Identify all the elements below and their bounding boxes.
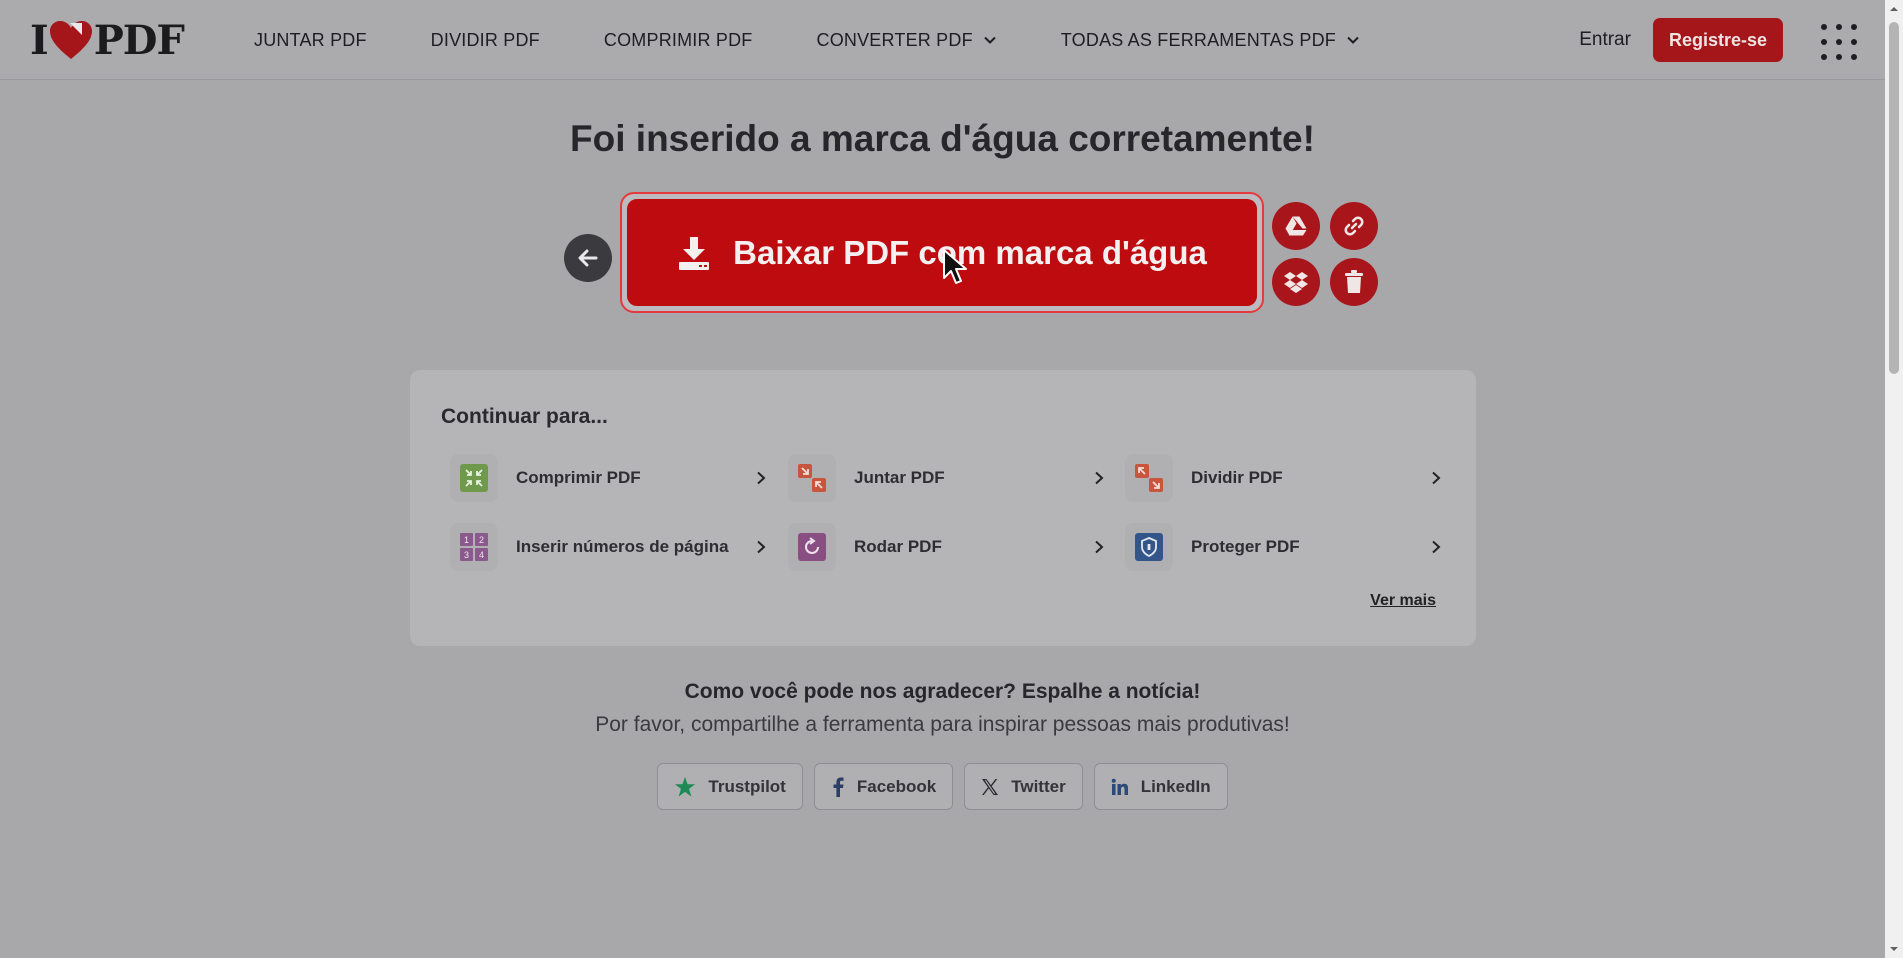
download-pdf-button[interactable]: Baixar PDF com marca d'água bbox=[627, 199, 1257, 306]
share-link-button[interactable] bbox=[1330, 202, 1378, 250]
chevron-down-icon bbox=[984, 36, 996, 44]
scroll-up-arrow-icon[interactable] bbox=[1889, 4, 1899, 14]
download-label: Baixar PDF com marca d'água bbox=[733, 233, 1207, 271]
chevron-right-icon bbox=[1095, 471, 1104, 485]
page-scrollbar[interactable] bbox=[1885, 0, 1903, 958]
link-icon bbox=[1344, 216, 1364, 236]
share-label: LinkedIn bbox=[1140, 776, 1211, 796]
tool-juntar-pdf[interactable]: Juntar PDF bbox=[788, 454, 1106, 502]
tool-label: Proteger PDF bbox=[1191, 537, 1300, 556]
trash-icon bbox=[1345, 270, 1363, 293]
share-label: Trustpilot bbox=[708, 776, 786, 796]
scrollbar-thumb[interactable] bbox=[1889, 22, 1899, 374]
tool-label: Dividir PDF bbox=[1191, 468, 1283, 487]
tool-label: Juntar PDF bbox=[854, 468, 945, 487]
chevron-right-icon bbox=[1095, 540, 1104, 554]
tool-dividir-pdf[interactable]: Dividir PDF bbox=[1125, 454, 1443, 502]
shield-icon bbox=[1135, 533, 1163, 561]
merge-icon bbox=[798, 464, 826, 492]
tool-icon-box bbox=[1125, 523, 1173, 571]
tool-icon-box: 1 2 3 4 bbox=[450, 523, 498, 571]
tool-proteger-pdf[interactable]: Proteger PDF bbox=[1125, 523, 1443, 571]
svg-text:3: 3 bbox=[464, 550, 469, 560]
heart-logo-icon bbox=[49, 21, 92, 59]
continue-panel: Continuar para... Comprimir PDF Juntar P… bbox=[410, 370, 1476, 646]
nav-label: DIVIDIR PDF bbox=[430, 29, 540, 50]
nav-converter-pdf[interactable]: CONVERTER PDF bbox=[817, 30, 997, 51]
chevron-right-icon bbox=[1432, 540, 1441, 554]
continue-title: Continuar para... bbox=[441, 405, 608, 428]
register-button[interactable]: Registre-se bbox=[1652, 18, 1783, 62]
share-subtitle: Por favor, compartilhe a ferramenta para… bbox=[595, 713, 1290, 736]
signin-link[interactable]: Entrar bbox=[1579, 29, 1631, 51]
tool-label: Rodar PDF bbox=[854, 537, 942, 556]
page-numbers-icon: 1 2 3 4 bbox=[460, 533, 488, 561]
tool-rodar-pdf[interactable]: Rodar PDF bbox=[788, 523, 1106, 571]
svg-text:1: 1 bbox=[464, 535, 469, 545]
svg-text:4: 4 bbox=[479, 550, 484, 560]
svg-text:2: 2 bbox=[479, 535, 484, 545]
tool-icon-box bbox=[788, 454, 836, 502]
top-navbar: I PDF JUNTAR PDF DIVIDIR PDF COMPRIMIR P… bbox=[0, 0, 1885, 80]
download-button-outline: Baixar PDF com marca d'água bbox=[620, 192, 1264, 313]
ilovepdf-logo[interactable]: I PDF bbox=[30, 16, 185, 64]
share-linkedin-button[interactable]: LinkedIn bbox=[1093, 763, 1228, 810]
x-twitter-icon bbox=[982, 778, 999, 795]
tool-icon-box bbox=[450, 454, 498, 502]
compress-icon bbox=[460, 464, 488, 492]
grid-dots-icon[interactable] bbox=[1819, 22, 1857, 60]
nav-juntar-pdf[interactable]: JUNTAR PDF bbox=[254, 30, 367, 51]
page-title: Foi inserido a marca d'água corretamente… bbox=[570, 118, 1315, 159]
nav-dividir-pdf[interactable]: DIVIDIR PDF bbox=[431, 30, 540, 51]
tool-comprimir-pdf[interactable]: Comprimir PDF bbox=[450, 454, 768, 502]
nav-label: CONVERTER PDF bbox=[816, 29, 973, 50]
nav-label: COMPRIMIR PDF bbox=[603, 29, 753, 50]
back-button[interactable] bbox=[564, 234, 612, 282]
google-drive-button[interactable] bbox=[1272, 202, 1320, 250]
chevron-right-icon bbox=[757, 471, 766, 485]
trustpilot-star-icon bbox=[675, 776, 696, 797]
facebook-icon bbox=[833, 777, 844, 797]
rotate-icon bbox=[798, 533, 826, 561]
tool-label: Inserir números de página bbox=[516, 537, 729, 556]
logo-text-pdf: PDF bbox=[93, 16, 185, 64]
main-nav: JUNTAR PDF DIVIDIR PDF COMPRIMIR PDF CON… bbox=[254, 0, 1360, 80]
delete-button[interactable] bbox=[1330, 258, 1378, 306]
share-buttons: Trustpilot Facebook Twitter LinkedIn bbox=[0, 763, 1885, 810]
share-title: Como você pode nos agradecer? Espalhe a … bbox=[684, 680, 1201, 703]
tool-icon-box bbox=[1125, 454, 1173, 502]
nav-comprimir-pdf[interactable]: COMPRIMIR PDF bbox=[604, 30, 753, 51]
linkedin-icon bbox=[1111, 778, 1128, 795]
share-label: Twitter bbox=[1011, 776, 1066, 796]
nav-todas-ferramentas[interactable]: TODAS AS FERRAMENTAS PDF bbox=[1061, 30, 1360, 51]
download-icon bbox=[679, 236, 710, 270]
nav-label: JUNTAR PDF bbox=[254, 29, 367, 50]
google-drive-icon bbox=[1285, 216, 1307, 236]
split-icon bbox=[1135, 464, 1163, 492]
tool-icon-box bbox=[788, 523, 836, 571]
chevron-down-icon bbox=[1347, 36, 1359, 44]
dropbox-button[interactable] bbox=[1272, 258, 1320, 306]
header-actions: Entrar Registre-se bbox=[1579, 0, 1857, 80]
arrow-left-icon bbox=[578, 249, 598, 267]
tool-label: Comprimir PDF bbox=[516, 468, 641, 487]
see-more-link[interactable]: Ver mais bbox=[1370, 592, 1436, 610]
share-label: Facebook bbox=[856, 776, 937, 796]
share-trustpilot-button[interactable]: Trustpilot bbox=[657, 763, 803, 810]
chevron-right-icon bbox=[1432, 471, 1441, 485]
logo-text-i: I bbox=[30, 16, 49, 64]
dropbox-icon bbox=[1284, 272, 1308, 293]
share-twitter-button[interactable]: Twitter bbox=[964, 763, 1083, 810]
chevron-right-icon bbox=[757, 540, 766, 554]
scroll-down-arrow-icon[interactable] bbox=[1889, 944, 1899, 954]
nav-label: TODAS AS FERRAMENTAS PDF bbox=[1060, 29, 1336, 50]
share-facebook-button[interactable]: Facebook bbox=[813, 763, 954, 810]
tool-inserir-numeros[interactable]: 1 2 3 4 Inserir números de página bbox=[450, 523, 768, 571]
